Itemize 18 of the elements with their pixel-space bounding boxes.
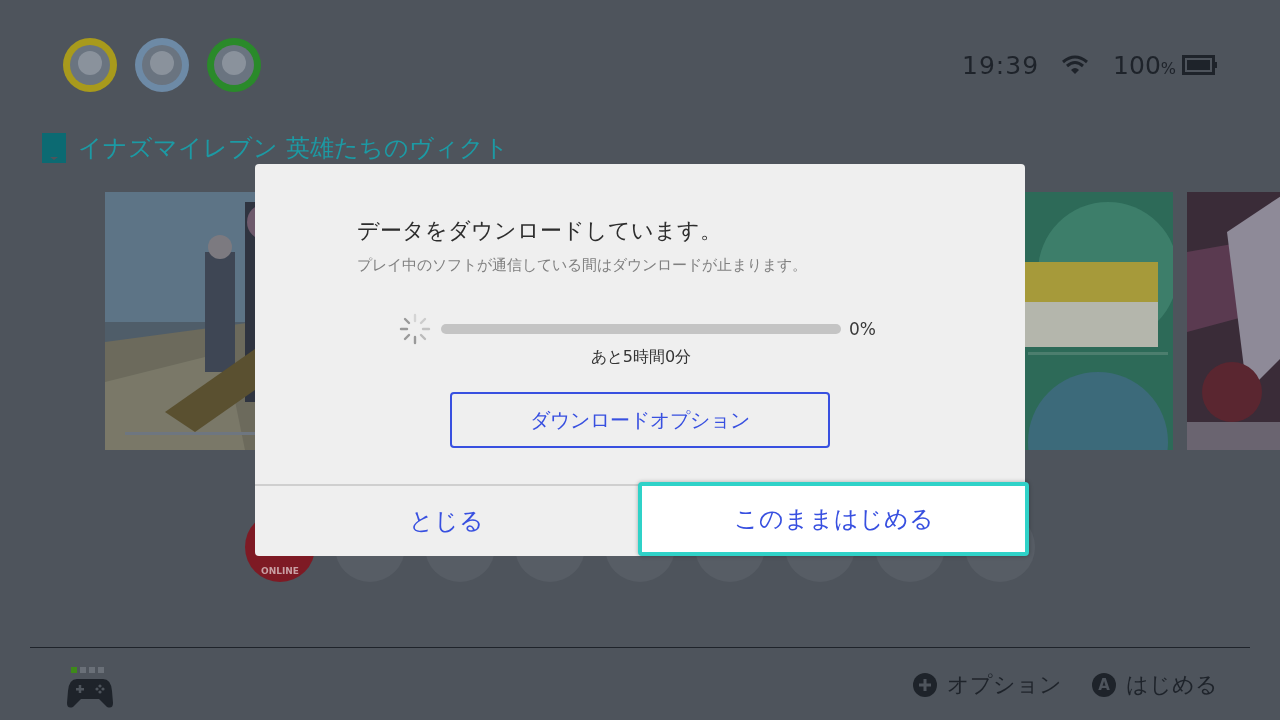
plus-button-icon [913, 673, 937, 697]
battery-icon [1182, 55, 1218, 75]
time-remaining: あと5時間0分 [589, 347, 693, 368]
avatar-icon[interactable] [134, 37, 190, 93]
game-title: イナズマイレブン 英雄たちのヴィクト [78, 133, 509, 163]
dialog-button[interactable]: とじる [255, 486, 638, 556]
wifi-icon [1061, 54, 1090, 76]
gamepad-icon[interactable] [67, 677, 113, 709]
avatar-icon[interactable] [62, 37, 118, 93]
download-options-button[interactable]: ダウンロードオプション [450, 392, 830, 448]
loading-spinner-icon [399, 313, 431, 345]
progress-percent: 0% [849, 319, 876, 339]
online-label: ONLINE [260, 566, 300, 576]
avatar-icon[interactable] [206, 37, 262, 93]
dialog-button[interactable]: このままはじめる [638, 482, 1029, 556]
dialog-title: データをダウンロードしています。 [357, 217, 723, 245]
game-card-icon [42, 133, 66, 163]
dialog-message: プレイ中のソフトが通信している間はダウンロードが止まります。 [357, 256, 808, 275]
